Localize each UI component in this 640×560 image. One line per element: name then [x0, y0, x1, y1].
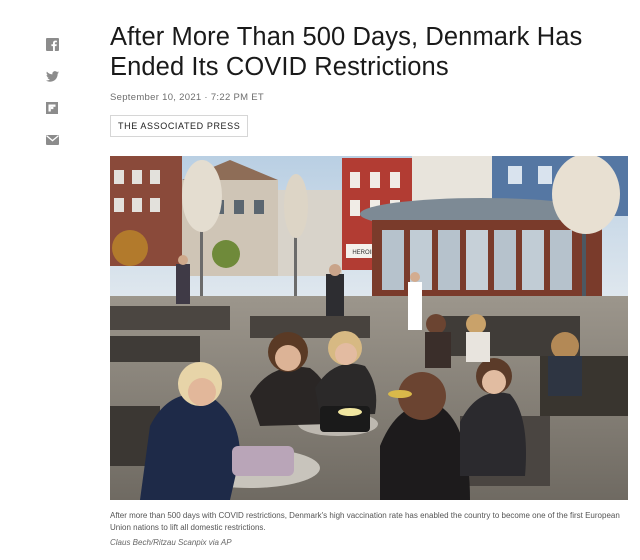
- facebook-icon: [45, 37, 59, 51]
- photo-caption: After more than 500 days with COVID rest…: [110, 511, 620, 532]
- source-tag[interactable]: THE ASSOCIATED PRESS: [110, 115, 249, 137]
- article-photo: HEROINES: [110, 156, 628, 500]
- dateline: September 10, 2021 · 7:22 PM ET: [110, 92, 264, 103]
- headline: After More Than 500 Days, Denmark Has En…: [110, 23, 583, 81]
- facebook-share-button[interactable]: [44, 36, 60, 52]
- flipboard-icon: [46, 102, 58, 114]
- twitter-share-button[interactable]: [44, 68, 60, 84]
- cafe-scene-image: HEROINES: [110, 156, 628, 500]
- email-icon: [45, 135, 59, 145]
- article-header: After More Than 500 Days, Denmark Has En…: [110, 22, 630, 137]
- twitter-icon: [45, 70, 59, 82]
- flipboard-share-button[interactable]: [44, 100, 60, 116]
- photo-credit: Claus Bech/Ritzau Scanpix via AP: [110, 538, 232, 547]
- share-rail: [44, 36, 60, 164]
- email-share-button[interactable]: [44, 132, 60, 148]
